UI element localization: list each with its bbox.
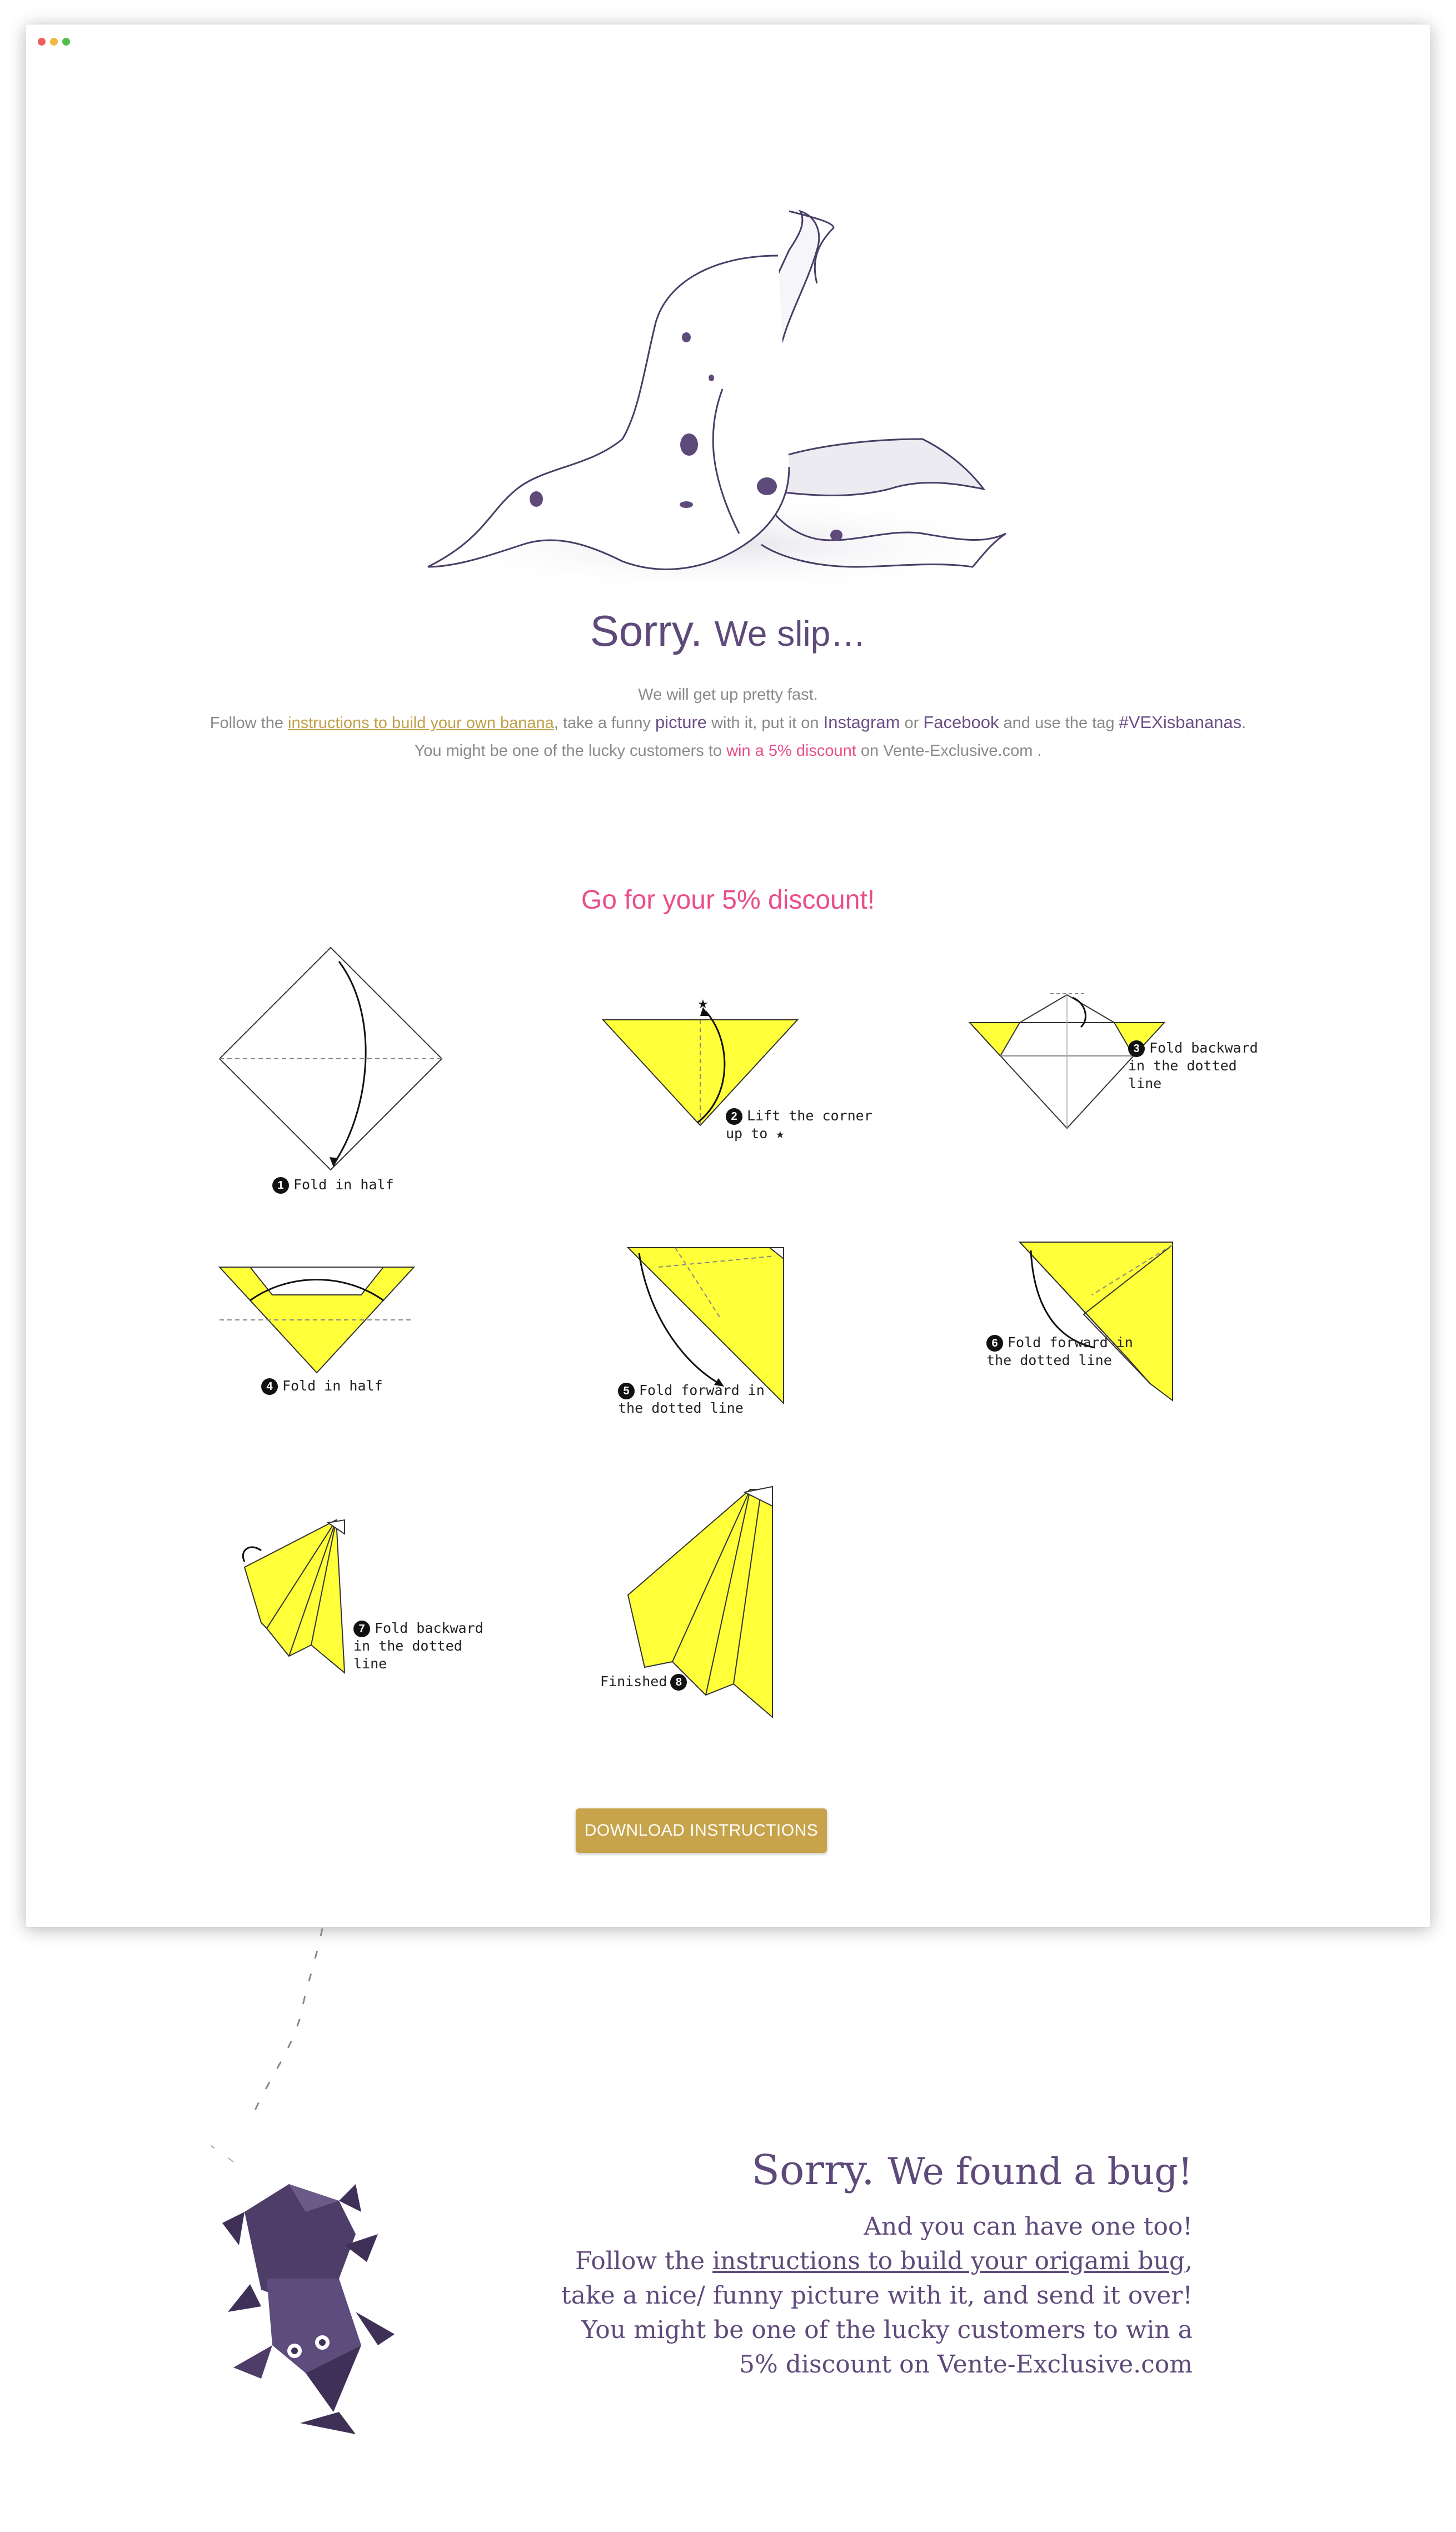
download-instructions-button[interactable]: DOWNLOAD INSTRUCTIONS — [576, 1808, 827, 1853]
bug-text-segment: , — [1185, 2247, 1193, 2275]
facebook-link[interactable]: Facebook — [923, 712, 999, 732]
intro-text-segment: and use the tag — [999, 714, 1119, 732]
step-6-caption: 6 Fold forward in the dotted line — [986, 1334, 1133, 1369]
step-7-caption: 7 Fold backward in the dotted line — [353, 1619, 483, 1673]
step-8-text: Finished — [600, 1673, 667, 1689]
window-titlebar — [26, 24, 1430, 67]
intro-text: We will get up pretty fast. Follow the i… — [0, 681, 1456, 765]
step-1-text: Fold in half — [293, 1177, 394, 1193]
svg-text:★: ★ — [697, 997, 709, 1011]
step-5-caption: 5 Fold forward in the dotted line — [618, 1382, 765, 1417]
close-window-dot[interactable] — [38, 38, 46, 46]
bug-title-main: Sorry. — [751, 2146, 875, 2194]
picture-word: picture — [655, 712, 707, 732]
step-2-number: 2 — [726, 1108, 742, 1125]
hero-title-main: Sorry. — [590, 606, 702, 655]
step-6-diagram — [1018, 1242, 1173, 1402]
hero-title: Sorry. We slip… — [0, 606, 1456, 656]
intro-text-segment: on Vente-Exclusive.com . — [856, 742, 1042, 760]
bug-line-3: take a nice/ funny picture with it, and … — [561, 2281, 1193, 2310]
bug-title-sub: We found a bug! — [887, 2150, 1193, 2193]
step-1-caption: 1 Fold in half — [272, 1176, 394, 1194]
step-2-text: Lift the corner up to ★ — [726, 1108, 872, 1142]
step-1-number: 1 — [272, 1177, 289, 1194]
step-8-caption: Finished 8 — [600, 1673, 687, 1691]
step-7-number: 7 — [353, 1621, 370, 1637]
intro-text-segment: with it, put it on — [707, 714, 824, 732]
hashtag: #VEXisbananas — [1119, 712, 1242, 732]
hero-title-sub: We slip… — [714, 614, 866, 654]
intro-text-segment: . — [1241, 714, 1246, 732]
bug-section: Sorry. We found a bug! And you can have … — [561, 2146, 1193, 2382]
maximize-window-dot[interactable] — [62, 38, 70, 46]
minimize-window-dot[interactable] — [50, 38, 58, 46]
intro-line-1: We will get up pretty fast. — [638, 686, 818, 704]
discount-heading: Go for your 5% discount! — [581, 885, 875, 915]
intro-text-segment: , take a funny — [554, 714, 655, 732]
step-1-diagram — [218, 946, 443, 1171]
bug-instructions-link[interactable]: instructions to build your origami bug — [712, 2247, 1185, 2275]
step-5-number: 5 — [618, 1383, 635, 1399]
step-5-text: Fold forward in the dotted line — [618, 1382, 765, 1416]
step-7-text: Fold backward in the dotted line — [353, 1620, 483, 1672]
banana-peel-illustration — [411, 210, 1034, 595]
discount-link[interactable]: win a 5% discount — [726, 742, 856, 760]
step-4-text: Fold in half — [282, 1378, 383, 1394]
bug-line-1: And you can have one too! — [864, 2212, 1193, 2241]
step-2-caption: 2 Lift the corner up to ★ — [726, 1107, 872, 1143]
step-4-caption: 4 Fold in half — [261, 1377, 383, 1395]
bug-text-segment: Follow the — [575, 2247, 713, 2275]
step-8-number: 8 — [670, 1674, 687, 1691]
intro-line-2: Follow the instructions to build your ow… — [0, 709, 1456, 737]
origami-bug-illustration — [211, 1928, 395, 2434]
step-7-diagram — [242, 1519, 346, 1674]
step-3-text: Fold backward in the dotted line — [1128, 1040, 1258, 1091]
step-4-diagram — [218, 1267, 416, 1374]
intro-text-segment: or — [900, 714, 924, 732]
bug-line-4: You might be one of the lucky customers … — [581, 2316, 1193, 2344]
banana-instructions-link[interactable]: instructions to build your own banana — [288, 714, 554, 732]
bug-title: Sorry. We found a bug! — [561, 2146, 1193, 2194]
intro-text-segment: You might be one of the lucky customers … — [414, 742, 727, 760]
bug-line-5: 5% discount on Vente-Exclusive.com — [739, 2350, 1193, 2379]
step-6-number: 6 — [986, 1335, 1003, 1352]
intro-line-3: You might be one of the lucky customers … — [0, 737, 1456, 765]
step-6-text: Fold forward in the dotted line — [986, 1334, 1133, 1368]
bug-line-2: Follow the instructions to build your or… — [561, 2244, 1193, 2279]
instagram-link[interactable]: Instagram — [824, 712, 900, 732]
step-4-number: 4 — [261, 1378, 278, 1395]
step-3-number: 3 — [1128, 1040, 1145, 1057]
step-3-caption: 3 Fold backward in the dotted line — [1128, 1039, 1258, 1093]
intro-text-segment: Follow the — [210, 714, 288, 732]
